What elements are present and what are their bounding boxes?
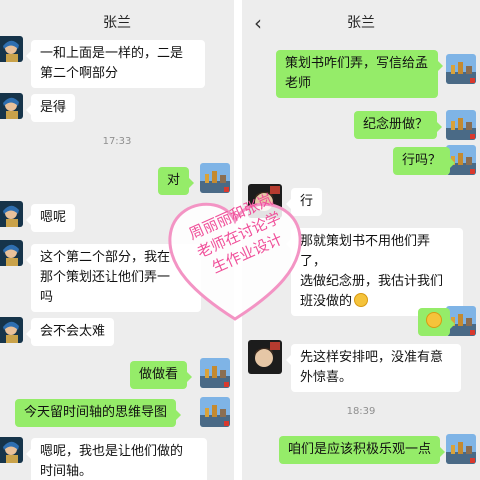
contact-avatar[interactable]: [0, 93, 23, 119]
message-timestamp: 17:33: [102, 136, 132, 147]
message-bubble[interactable]: 一和上面是一样的，二是 第二个啊部分: [26, 40, 205, 88]
message-bubble[interactable]: 是得: [25, 94, 76, 122]
laughing-emoji-icon: [354, 293, 369, 307]
message-bubble[interactable]: 做做看: [130, 361, 193, 389]
chat-title: 张兰: [347, 15, 375, 31]
message-bubble[interactable]: 今天留时间轴的思维导图: [15, 399, 182, 427]
contact-avatar[interactable]: [0, 36, 23, 62]
message-bubble[interactable]: 咱们是应该积极乐观一点: [279, 436, 446, 464]
message-bubble[interactable]: [418, 308, 455, 336]
contact-avatar[interactable]: [0, 437, 23, 463]
my-avatar[interactable]: [446, 110, 476, 140]
my-avatar[interactable]: [200, 358, 230, 388]
message-timestamp: 18:39: [346, 406, 376, 417]
my-avatar[interactable]: [200, 397, 230, 427]
message-bubble[interactable]: 嗯呢: [25, 204, 76, 232]
chevron-left-icon[interactable]: ‹: [254, 0, 262, 46]
laughing-emoji-icon: [426, 312, 442, 328]
contact-avatar[interactable]: [0, 240, 23, 266]
message-bubble[interactable]: 会不会太难: [25, 318, 115, 346]
message-bubble[interactable]: 纪念册做？: [354, 111, 443, 139]
my-avatar[interactable]: [446, 54, 476, 84]
contact-avatar[interactable]: [248, 340, 282, 374]
message-bubble[interactable]: 那就策划书不用他们弄了， 选做纪念册，我估计我们 班没做的: [286, 228, 463, 316]
my-avatar[interactable]: [200, 163, 230, 193]
chat-title: 张兰: [103, 15, 131, 31]
message-text: 那就策划书不用他们弄了， 选做纪念册，我估计我们 班没做的: [300, 234, 444, 309]
message-bubble[interactable]: 行吗？: [393, 147, 456, 175]
message-bubble[interactable]: 对: [158, 167, 195, 195]
message-bubble[interactable]: 嗯呢，我也是让他们做的 时间轴。: [26, 438, 207, 480]
contact-avatar[interactable]: [0, 317, 23, 343]
my-avatar[interactable]: [446, 434, 476, 464]
message-bubble[interactable]: 先这样安排吧，没准有意 外惊喜。: [286, 344, 461, 392]
screenshot-collage: 张兰 一和上面是一样的，二是 第二个啊部分 是得 17:33 对 嗯呢 这个第二…: [0, 0, 480, 480]
contact-avatar[interactable]: [0, 201, 23, 227]
heart-watermark: 周丽丽和张岚 老师在讨论学 生作业设计: [164, 190, 306, 325]
message-bubble[interactable]: 策划书咋们弄，写信给孟 老师: [276, 50, 443, 98]
